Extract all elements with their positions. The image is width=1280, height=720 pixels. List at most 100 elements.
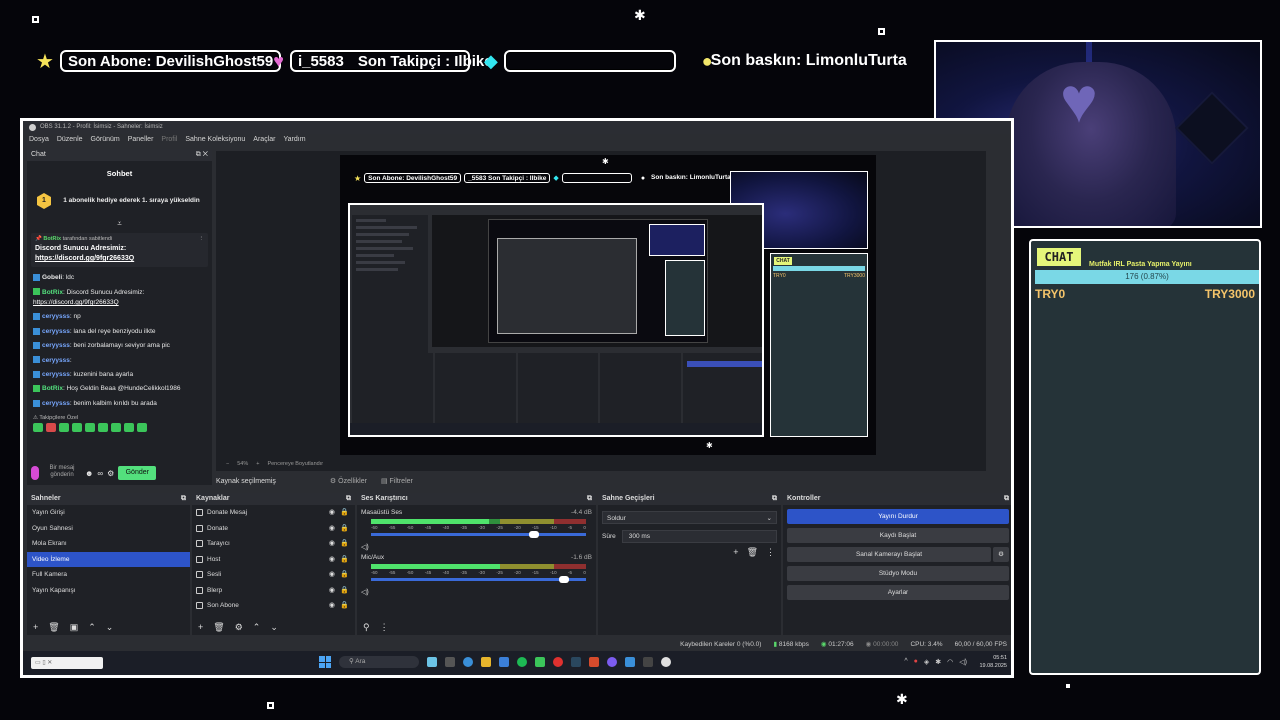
emote-icon[interactable] bbox=[111, 423, 121, 433]
chevron-down-icon[interactable]: ⩡ bbox=[27, 219, 212, 229]
chat-username[interactable]: BotRix bbox=[42, 385, 63, 392]
eye-icon[interactable]: ◉ bbox=[329, 567, 335, 583]
move-down-icon[interactable]: ⌄ bbox=[106, 622, 114, 633]
source-item[interactable]: Host ◉ 🔒 bbox=[192, 552, 355, 568]
pinned-link[interactable]: https://discord.gg/9fgr26633Q bbox=[35, 255, 134, 262]
eye-icon[interactable]: ◉ bbox=[329, 552, 335, 568]
spotify-icon[interactable] bbox=[517, 657, 527, 667]
dock-float-icon[interactable]: ⧉ bbox=[772, 493, 777, 505]
app-tray-icon[interactable]: ● bbox=[914, 658, 918, 666]
source-item[interactable]: Blerp ◉ 🔒 bbox=[192, 583, 355, 599]
weather-icon[interactable] bbox=[427, 657, 437, 667]
taskbar-search[interactable]: ⚲ Ara bbox=[339, 656, 419, 668]
scene-item[interactable]: Yayın Kapanışı bbox=[27, 583, 190, 599]
dock-float-icon[interactable]: ⧉ bbox=[346, 493, 351, 505]
scene-item[interactable]: Oyun Sahnesi bbox=[27, 521, 190, 537]
bluetooth-icon[interactable]: ✱ bbox=[935, 658, 941, 666]
scene-item[interactable]: Mola Ekranı bbox=[27, 536, 190, 552]
emote-icon[interactable] bbox=[46, 423, 56, 433]
gear-icon[interactable]: ⚙ bbox=[235, 622, 243, 633]
volume-slider[interactable] bbox=[371, 576, 586, 583]
slider-knob[interactable] bbox=[528, 531, 539, 538]
trash-icon[interactable]: 🗑 bbox=[213, 622, 224, 633]
dock-float-icon[interactable]: ⧉ bbox=[181, 493, 186, 505]
dock-float-icon[interactable]: ⧉ bbox=[587, 493, 592, 505]
trash-icon[interactable]: 🗑 bbox=[48, 622, 59, 633]
lock-icon[interactable]: 🔒 bbox=[340, 552, 349, 568]
app-icon[interactable] bbox=[643, 657, 653, 667]
game-icon[interactable] bbox=[589, 657, 599, 667]
emote-icon[interactable] bbox=[124, 423, 134, 433]
obs-app-icon[interactable] bbox=[661, 657, 671, 667]
chevron-up-icon[interactable]: ^ bbox=[904, 658, 907, 666]
trash-icon[interactable]: 🗑 bbox=[747, 547, 758, 558]
whatsapp-icon[interactable] bbox=[535, 657, 545, 667]
menu-edit[interactable]: Düzenle bbox=[57, 134, 83, 145]
steam-icon[interactable] bbox=[571, 657, 581, 667]
fit-window-button[interactable]: Pencereye Boyutlandır bbox=[267, 459, 323, 469]
chat-message-input[interactable]: Bir mesaj gönderin bbox=[43, 465, 81, 481]
mic-icon[interactable] bbox=[31, 466, 39, 480]
emote-icon[interactable] bbox=[98, 423, 108, 433]
start-virtual-camera-button[interactable]: Sanal Kamerayı Başlat bbox=[787, 547, 991, 562]
studio-mode-button[interactable]: Stüdyo Modu bbox=[787, 566, 1009, 581]
menu-tools[interactable]: Araçlar bbox=[253, 134, 275, 145]
points-icon[interactable]: ∞ bbox=[97, 469, 103, 478]
zoom-in-button[interactable]: + bbox=[256, 459, 259, 469]
menu-view[interactable]: Görünüm bbox=[91, 134, 120, 145]
source-item[interactable]: Donate ◉ 🔒 bbox=[192, 521, 355, 537]
eye-icon[interactable]: ◉ bbox=[329, 536, 335, 552]
mail-icon[interactable] bbox=[625, 657, 635, 667]
emote-icon[interactable] bbox=[72, 423, 82, 433]
properties-button[interactable]: ⚙ Özellikler bbox=[330, 477, 367, 485]
lock-icon[interactable]: 🔒 bbox=[340, 505, 349, 521]
add-icon[interactable]: + bbox=[733, 547, 738, 558]
gear-icon[interactable]: ⚙ bbox=[107, 469, 114, 478]
send-button[interactable]: Gönder bbox=[118, 466, 157, 480]
edge-icon[interactable] bbox=[463, 657, 473, 667]
menu-docks[interactable]: Paneller bbox=[128, 134, 154, 145]
virtual-camera-settings-icon[interactable]: ⚙ bbox=[993, 547, 1009, 562]
discord-icon[interactable] bbox=[607, 657, 617, 667]
move-up-icon[interactable]: ⌃ bbox=[253, 622, 261, 633]
scene-item[interactable]: Full Kamera bbox=[27, 567, 190, 583]
taskbar-clock[interactable]: 05:51 19.08.2025 bbox=[979, 655, 1007, 670]
lock-icon[interactable]: 🔒 bbox=[340, 567, 349, 583]
shield-icon[interactable]: ◈ bbox=[924, 658, 929, 666]
chat-username[interactable]: ceryysss bbox=[42, 342, 70, 349]
add-icon[interactable]: + bbox=[198, 622, 203, 632]
more-icon[interactable]: ⋮ bbox=[199, 236, 205, 242]
chat-username[interactable]: ceryysss bbox=[42, 400, 70, 407]
taskbar-widget[interactable]: ▭ ▯ ✕ bbox=[31, 657, 103, 669]
emote-icon[interactable] bbox=[137, 423, 147, 433]
opera-icon[interactable] bbox=[553, 657, 563, 667]
chat-username[interactable]: ceryysss bbox=[42, 313, 70, 320]
windows-start-icon[interactable] bbox=[319, 656, 331, 668]
emoji-icon[interactable]: ☻ bbox=[85, 469, 93, 478]
advanced-audio-icon[interactable]: ⚲ bbox=[363, 622, 370, 633]
volume-icon[interactable]: ◁) bbox=[361, 588, 369, 596]
folder-icon[interactable] bbox=[481, 657, 491, 667]
volume-slider[interactable] bbox=[371, 531, 586, 538]
source-item[interactable]: Donate Mesaj ◉ 🔒 bbox=[192, 505, 355, 521]
lock-icon[interactable]: 🔒 bbox=[340, 598, 349, 614]
lock-icon[interactable]: 🔒 bbox=[340, 521, 349, 537]
chat-username[interactable]: BotRix bbox=[42, 289, 63, 296]
transition-select[interactable]: Soldur ⌄ bbox=[602, 511, 777, 524]
program-preview[interactable]: ✱ ✱ ★ Son Abone: DevilishGhost59 _5583 S… bbox=[216, 151, 986, 471]
chat-username[interactable]: ceryysss bbox=[42, 357, 70, 364]
dock-float-icon[interactable]: ⧉ bbox=[1004, 493, 1009, 505]
eye-icon[interactable]: ◉ bbox=[329, 583, 335, 599]
stop-stream-button[interactable]: Yayını Durdur bbox=[787, 509, 1009, 524]
menu-scene-collection[interactable]: Sahne Koleksiyonu bbox=[185, 134, 245, 145]
chat-link[interactable]: https://discord.gg/9fgr26633Q bbox=[33, 299, 119, 306]
source-item[interactable]: Tarayıcı ◉ 🔒 bbox=[192, 536, 355, 552]
menu-profile[interactable]: Profil bbox=[161, 134, 177, 145]
duration-input[interactable]: 300 ms bbox=[621, 530, 777, 543]
slider-knob[interactable] bbox=[558, 576, 569, 583]
more-icon[interactable]: ⋮ bbox=[766, 547, 775, 558]
lock-icon[interactable]: 🔒 bbox=[340, 536, 349, 552]
source-item[interactable]: Sesli ◉ 🔒 bbox=[192, 567, 355, 583]
eye-icon[interactable]: ◉ bbox=[329, 598, 335, 614]
menu-help[interactable]: Yardım bbox=[283, 134, 305, 145]
